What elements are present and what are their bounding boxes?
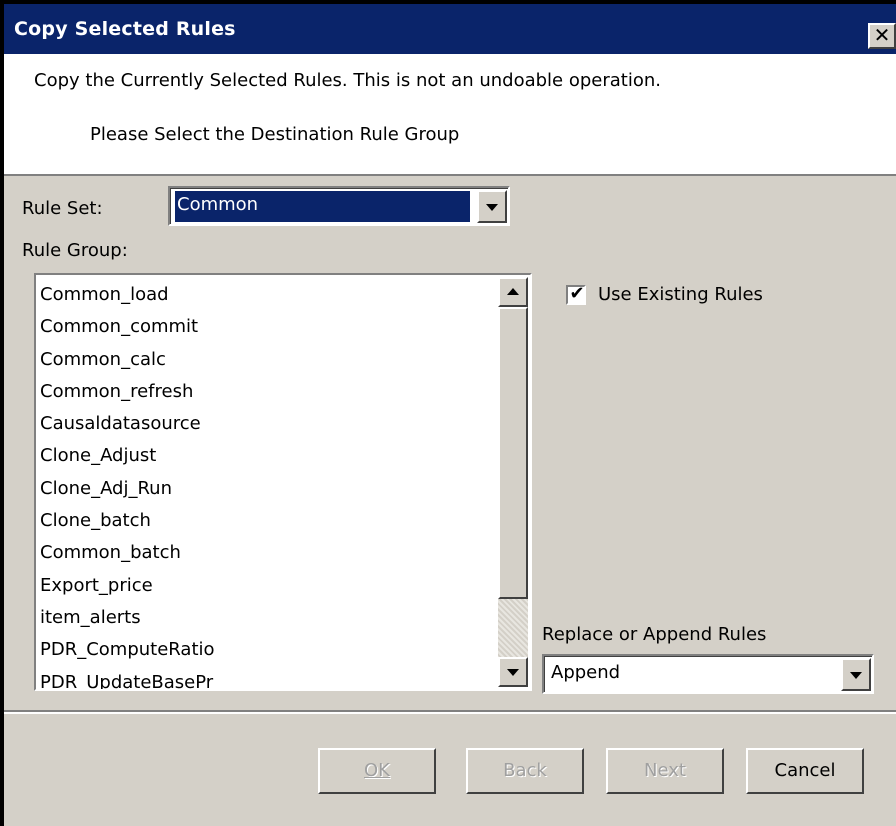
list-item[interactable]: Clone_Adj_Run — [40, 473, 494, 505]
instruction-text: Please Select the Destination Rule Group — [90, 124, 460, 145]
list-item[interactable]: PDR_UpdateBasePr — [40, 667, 494, 689]
checkmark-icon: ✔ — [569, 283, 585, 304]
list-item[interactable]: Common_batch — [40, 537, 494, 569]
window-title: Copy Selected Rules — [14, 18, 236, 40]
rule-group-label: Rule Group: — [22, 240, 128, 261]
arrow-up-icon — [507, 288, 519, 295]
scroll-up-button[interactable] — [498, 277, 528, 307]
replace-append-dropdown-button[interactable] — [841, 658, 871, 691]
rule-set-dropdown-button[interactable] — [477, 190, 507, 223]
rule-group-scrollbar[interactable] — [498, 277, 528, 687]
rule-set-value: Common — [175, 191, 470, 222]
replace-append-value: Append — [551, 662, 621, 683]
list-item[interactable]: Export_price — [40, 570, 494, 602]
use-existing-rules-checkbox[interactable]: ✔ — [566, 283, 586, 305]
scroll-thumb[interactable] — [498, 307, 528, 599]
rule-set-dropdown[interactable]: Common — [168, 186, 510, 226]
rule-set-label: Rule Set: — [22, 198, 103, 219]
title-bar[interactable]: Copy Selected Rules ✕ — [4, 4, 896, 54]
replace-append-label: Replace or Append Rules — [542, 624, 767, 645]
list-item[interactable]: Common_refresh — [40, 376, 494, 408]
list-item[interactable]: Causaldatasource — [40, 408, 494, 440]
description-text: Copy the Currently Selected Rules. This … — [34, 70, 661, 91]
rule-group-list[interactable]: Common_load Common_commit Common_calc Commo… — [34, 273, 532, 691]
scroll-down-button[interactable] — [498, 657, 528, 687]
chevron-down-icon — [850, 671, 862, 679]
rule-group-items: Common_load Common_commit Common_calc Commo… — [40, 279, 494, 689]
cancel-button[interactable]: Cancel — [746, 748, 864, 794]
ok-button[interactable]: OK — [318, 748, 436, 794]
back-button[interactable]: Back — [466, 748, 584, 794]
replace-append-dropdown[interactable]: Append — [542, 654, 874, 694]
chevron-down-icon — [486, 203, 498, 211]
list-item[interactable]: Common_load — [40, 279, 494, 311]
close-icon[interactable]: ✕ — [868, 23, 896, 49]
next-button[interactable]: Next — [606, 748, 724, 794]
footer-divider — [4, 710, 896, 714]
list-item[interactable]: Common_commit — [40, 311, 494, 343]
list-item[interactable]: Clone_Adjust — [40, 440, 494, 472]
list-item[interactable]: Clone_batch — [40, 505, 494, 537]
list-item[interactable]: Common_calc — [40, 344, 494, 376]
use-existing-rules-label[interactable]: Use Existing Rules — [598, 284, 763, 305]
list-item[interactable]: PDR_ComputeRatio — [40, 634, 494, 666]
arrow-down-icon — [507, 669, 519, 676]
list-item[interactable]: item_alerts — [40, 602, 494, 634]
